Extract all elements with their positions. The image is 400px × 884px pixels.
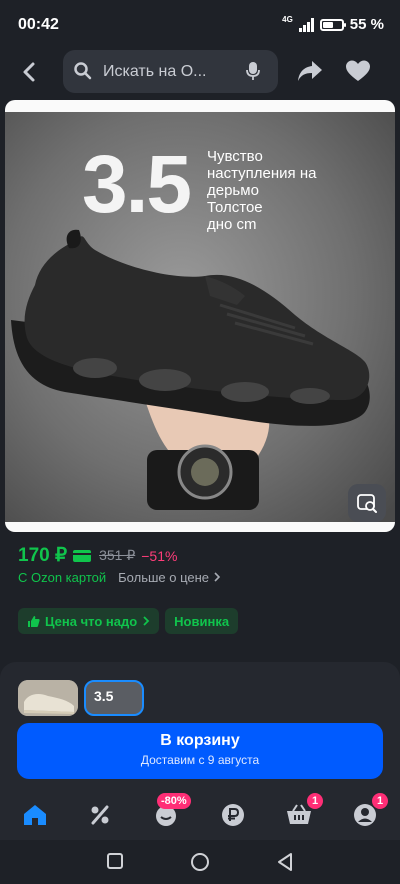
nav-cart[interactable]: 1	[284, 793, 323, 830]
nav-finance[interactable]	[218, 800, 248, 830]
promo-text: Чувство наступления на дерьмо Толстое дн…	[207, 148, 317, 233]
tag-new[interactable]: Новинка	[165, 608, 239, 634]
chevron-right-icon	[143, 616, 150, 626]
with-card-label: С Ozon картой	[18, 570, 107, 585]
add-to-cart-button[interactable]: В корзину Доставим с 9 августа	[17, 723, 383, 779]
nav-cart-badge: 1	[307, 793, 323, 809]
price-row: 170 ₽ 351 ₽ −51%	[18, 544, 177, 567]
chevron-left-icon	[23, 62, 35, 82]
variant-thumbnail-label: 3.5	[94, 688, 114, 704]
status-bar: 00:42 4G 55 %	[0, 0, 400, 50]
nav-profile-badge: 1	[372, 793, 388, 809]
visual-search-button[interactable]	[348, 484, 386, 522]
home-icon	[24, 805, 46, 825]
chevron-right-icon	[214, 572, 220, 582]
back-nav-icon[interactable]	[276, 852, 294, 872]
promo-badge-number: 3.5	[82, 139, 192, 230]
signal-icon	[298, 17, 314, 32]
nav-home[interactable]	[20, 800, 50, 830]
search-input[interactable]: Искать на O...	[63, 50, 278, 93]
nav-fresh[interactable]: -80%	[151, 793, 191, 830]
thumbs-up-icon	[28, 615, 40, 627]
battery-icon	[319, 18, 346, 31]
recent-apps-icon[interactable]	[106, 852, 124, 870]
more-about-price-label: Больше о цене	[118, 570, 210, 585]
back-button[interactable]	[14, 56, 46, 88]
price-subrow: С Ozon картой Больше о цене	[18, 570, 221, 585]
sneaker-photo	[5, 112, 395, 522]
ruble-icon	[222, 804, 244, 826]
add-to-cart-label: В корзину	[160, 732, 240, 749]
image-search-icon	[357, 494, 377, 513]
microphone-icon[interactable]	[246, 61, 260, 81]
current-price: 170 ₽	[18, 545, 68, 566]
home-button-icon[interactable]	[190, 852, 210, 872]
tag-good-price-label: Цена что надо	[45, 613, 138, 629]
nav-deals[interactable]	[85, 800, 115, 830]
battery-percent: 55 %	[349, 16, 384, 33]
share-icon[interactable]	[296, 58, 324, 84]
network-type: 4G	[282, 15, 293, 24]
variant-thumbnail-2[interactable]: 3.5	[84, 680, 144, 716]
cart-icon	[287, 804, 311, 824]
status-indicators: 4G 55 %	[282, 15, 384, 33]
sneaker-thumbnail	[18, 680, 78, 716]
percent-icon	[91, 805, 109, 825]
nav-profile[interactable]: 1	[350, 793, 388, 830]
tag-good-price[interactable]: Цена что надо	[18, 608, 160, 634]
variant-thumbnail-1[interactable]	[18, 680, 78, 716]
ozon-card-icon	[73, 549, 92, 562]
search-icon	[74, 62, 92, 80]
product-image[interactable]: 3.5 Чувство наступления на дерьмо Толсто…	[5, 100, 395, 532]
system-navigation	[0, 840, 400, 884]
discount-badge: −51%	[141, 547, 178, 564]
more-about-price-link[interactable]: Больше о цене	[118, 570, 221, 585]
product-tags: Цена что надо Новинка	[18, 608, 239, 634]
top-bar: Искать на O...	[0, 50, 400, 96]
old-price: 351 ₽	[99, 547, 136, 563]
nav-fresh-badge: -80%	[157, 793, 191, 809]
bottom-nav: -80% 1 1	[0, 792, 400, 838]
delivery-date: Доставим с 9 августа	[140, 753, 260, 767]
search-placeholder: Искать на O...	[103, 63, 207, 80]
tag-new-label: Новинка	[174, 613, 230, 629]
heart-icon[interactable]	[345, 59, 371, 83]
status-time: 00:42	[18, 16, 59, 33]
